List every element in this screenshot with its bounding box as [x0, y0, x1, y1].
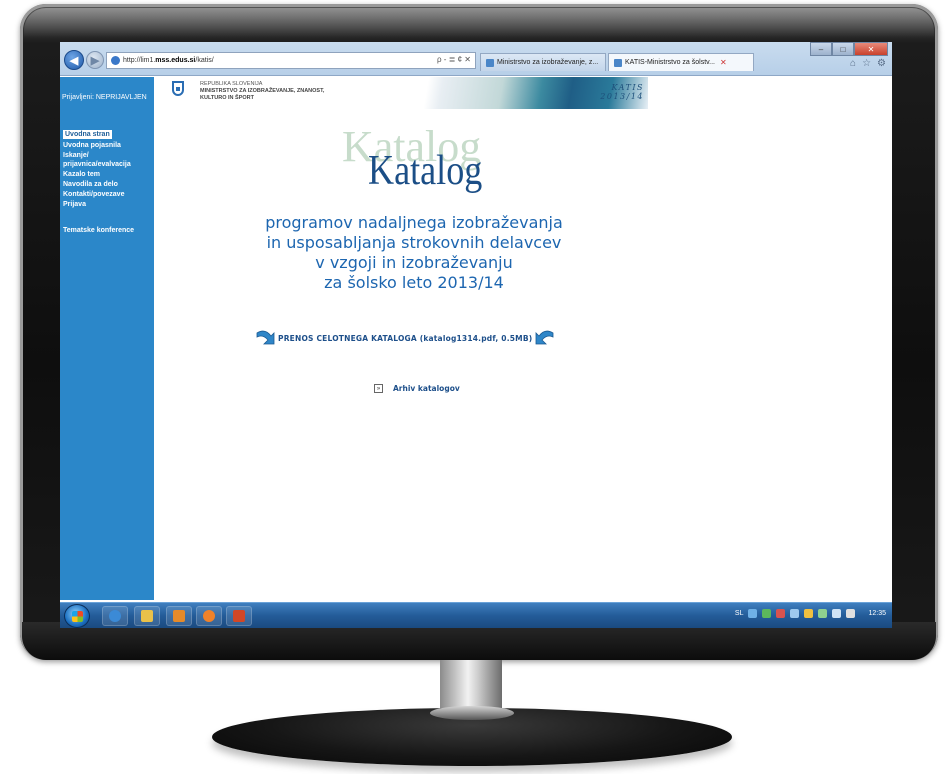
back-button[interactable]: ◀ [64, 50, 84, 70]
address-path: /katis/ [195, 57, 214, 64]
school-year: 2013/14 [600, 92, 644, 101]
forward-arrow-icon: ▶ [90, 54, 100, 67]
favorites-star-icon[interactable]: ☆ [862, 58, 871, 69]
download-catalog-link[interactable]: PRENOS CELOTNEGA KATALOGA (katalog1314.p… [278, 334, 532, 343]
update-icon[interactable] [762, 609, 772, 618]
main-content: Katalog Katalog programov nadaljnega izo… [154, 109, 892, 600]
speaker-icon[interactable] [832, 609, 842, 618]
sidebar-item-iskanje[interactable]: Iskanje/ prijavnica/evalvacija [63, 151, 154, 169]
media-player-icon [173, 610, 185, 622]
subtitle-line: v vzgoji in izobraževanju [315, 253, 513, 272]
bezel-gloss [24, 8, 934, 38]
tab-label: KATIS-Ministrstvo za šolstv... [625, 59, 715, 66]
connection-icon[interactable] [818, 609, 828, 618]
katalog-logo: Katalog [368, 148, 483, 194]
close-button[interactable]: ✕ [854, 42, 888, 56]
ie-page-icon [111, 56, 120, 65]
address-bar[interactable]: http://lim1. mss.edus.si/katis/ ρ - ≣ ¢ ✕ [106, 52, 476, 69]
archive-catalogs: » Arhiv katalogov [374, 384, 460, 393]
ministry-line-1: REPUBLIKA SLOVENIJA [200, 81, 263, 87]
address-host: mss.edus.si [155, 57, 196, 64]
browser-toolbar-icons: ⌂ ☆ ⚙ [850, 58, 886, 69]
minimize-button[interactable]: – [810, 42, 832, 56]
forward-button[interactable]: ▶ [86, 51, 104, 69]
taskbar-clock[interactable]: 12:35 [868, 610, 886, 617]
address-tools-icons[interactable]: ρ - ≣ ¢ ✕ [437, 55, 471, 64]
powerpoint-icon [233, 610, 245, 622]
browser-toolbar: ◀ ▶ http://lim1. mss.edus.si/katis/ ρ - ≣… [60, 42, 892, 76]
tab-page-icon [486, 58, 494, 67]
taskbar-ie-button[interactable] [102, 606, 128, 626]
app-name: KATIS [611, 83, 644, 92]
sidebar-item-uvodna-stran[interactable]: Uvodna stran [63, 130, 112, 139]
tab-katis[interactable]: KATIS-Ministrstvo za šolstv... ✕ [608, 53, 754, 71]
subtitle-line: in usposabljanja strokovnih delavcev [266, 233, 562, 252]
home-icon[interactable]: ⌂ [850, 58, 856, 69]
sidebar-item-kontakti[interactable]: Kontakti/povezave [63, 190, 154, 199]
network-icon[interactable] [748, 609, 758, 618]
antivirus-icon[interactable] [776, 609, 786, 618]
katis-title: KATIS 2013/14 [600, 83, 644, 101]
sidebar-menu: Uvodna stran Uvodna pojasnila Iskanje/ p… [60, 123, 154, 235]
back-arrow-icon: ◀ [69, 54, 79, 67]
login-status: Prijavljeni: NEPRIJAVLJEN [62, 94, 147, 101]
taskbar-media-button[interactable] [166, 606, 192, 626]
header-banner: REPUBLIKA SLOVENIJA MINISTRSTVO ZA IZOBR… [154, 77, 648, 109]
start-button[interactable] [64, 604, 90, 628]
monitor-screen: ◀ ▶ http://lim1. mss.edus.si/katis/ ρ - ≣… [60, 42, 892, 628]
download-arrow-icon [256, 330, 275, 345]
ministry-line-2: MINISTRSTVO ZA IZOBRAŽEVANJE, ZNANOST, [200, 88, 325, 94]
sidebar-item-uvodna-pojasnila[interactable]: Uvodna pojasnila [63, 141, 154, 150]
web-page: Prijavljeni: NEPRIJAVLJEN Uvodna stran U… [60, 77, 892, 600]
download-arrow-icon [535, 330, 554, 345]
tab-close-icon[interactable]: ✕ [720, 58, 727, 67]
display-icon[interactable] [790, 609, 800, 618]
download-catalog: PRENOS CELOTNEGA KATALOGA (katalog1314.p… [254, 327, 556, 349]
coat-of-arms-icon [172, 81, 184, 96]
taskbar-powerpoint-button[interactable] [226, 606, 252, 626]
expand-icon[interactable]: » [374, 384, 383, 393]
subtitle-line: programov nadaljnega izobraževanja [265, 213, 563, 232]
taskbar-firefox-button[interactable] [196, 606, 222, 626]
tab-label: Ministrstvo za izobraževanje, z... [497, 59, 599, 66]
ministry-name: REPUBLIKA SLOVENIJA MINISTRSTVO ZA IZOBR… [200, 81, 324, 102]
monitor-neck-ring [430, 706, 514, 720]
sidebar-item-navodila[interactable]: Navodila za delo [63, 180, 154, 189]
sidebar: Prijavljeni: NEPRIJAVLJEN Uvodna stran U… [60, 77, 154, 600]
tab-page-icon [614, 58, 622, 67]
sidebar-item-kazalo-tem[interactable]: Kazalo tem [63, 170, 154, 179]
window-controls: – □ ✕ [810, 42, 888, 56]
ministry-line-3: KULTURO IN ŠPORT [200, 95, 254, 101]
language-indicator[interactable]: SL [735, 610, 744, 617]
flag-icon[interactable] [846, 609, 856, 618]
maximize-button[interactable]: □ [832, 42, 854, 56]
tab-ministrstvo[interactable]: Ministrstvo za izobraževanje, z... [480, 53, 606, 71]
ie-icon [109, 610, 121, 622]
system-tray: SL 12:35 [735, 609, 886, 618]
taskbar-explorer-button[interactable] [134, 606, 160, 626]
address-prefix: http://lim1. [123, 57, 156, 64]
firefox-icon [203, 610, 215, 622]
windows-taskbar: SL 12:35 [60, 602, 892, 628]
settings-gear-icon[interactable]: ⚙ [877, 58, 886, 69]
archive-catalogs-link[interactable]: Arhiv katalogov [393, 384, 460, 393]
folder-icon [141, 610, 153, 622]
sidebar-item-tematske-konference[interactable]: Tematske konference [63, 226, 154, 235]
subtitle-line: za šolsko leto 2013/14 [324, 273, 504, 292]
catalog-subtitle: programov nadaljnega izobraževanja in us… [234, 213, 594, 293]
shield-icon[interactable] [804, 609, 814, 618]
sidebar-item-prijava[interactable]: Prijava [63, 200, 154, 209]
